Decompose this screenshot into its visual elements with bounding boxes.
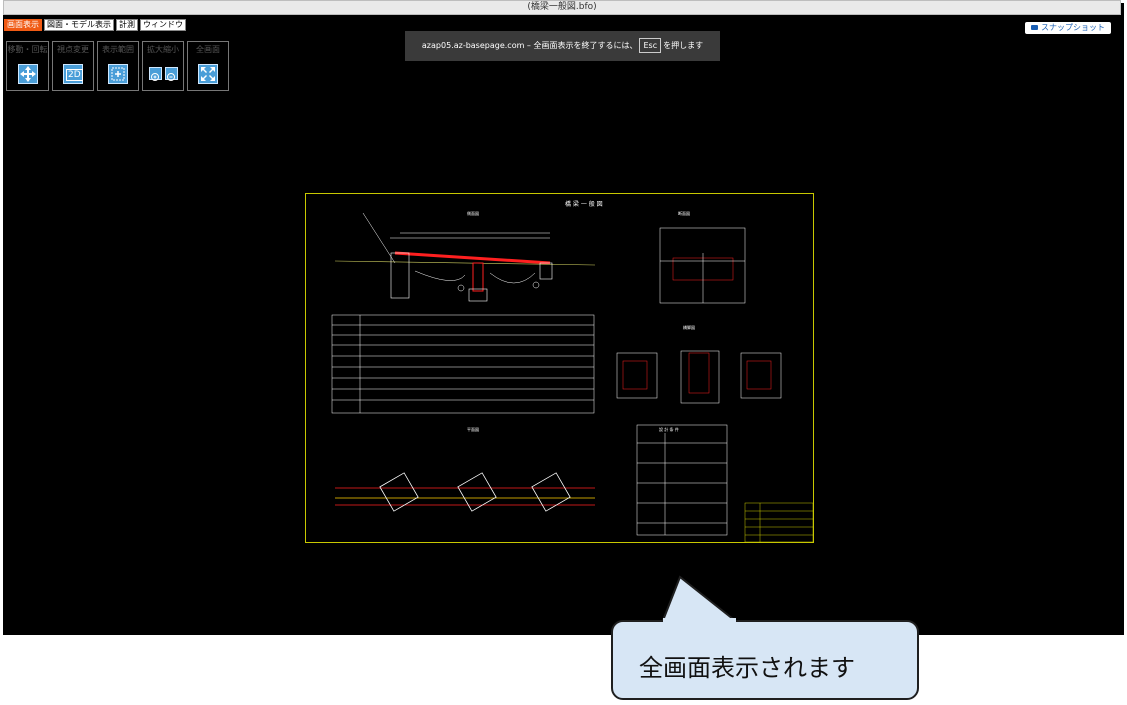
snapshot-label: スナップショット (1041, 23, 1105, 32)
side-elevation (334, 212, 596, 302)
menu-window[interactable]: ウィンドウ (140, 19, 186, 31)
plan-view (335, 472, 595, 512)
section-view-label: 断面図 (678, 210, 690, 216)
callout-bubble: 全画面表示されます (611, 620, 919, 700)
zoom-out-button[interactable] (165, 67, 178, 81)
toolgroup-zoom-label: 拡大縮小 (147, 45, 179, 54)
notice-text-before: azap05.az-basepage.com – 全画面表示を終了するには、 (421, 41, 638, 50)
zoom-in-button[interactable] (149, 67, 162, 81)
toolgroup-range-label: 表示範囲 (102, 45, 134, 54)
toolgroup-fullscreen-label: 全画面 (196, 45, 220, 54)
zoom-in-icon (151, 73, 159, 81)
2d-view-icon: 2D (66, 69, 83, 81)
notice-text-after: を押します (663, 41, 704, 50)
bridge-drawing-sheet: 橋 梁 一 般 図 側面図 断面図 橋脚図 平面図 設 計 条 件 (305, 193, 814, 543)
side-view-label: 側面図 (467, 210, 479, 216)
fullscreen-icon (201, 67, 215, 81)
esc-key-hint: Esc (639, 38, 662, 53)
toolgroup-move-label: 移動・回転 (7, 45, 48, 54)
cross-section (659, 227, 746, 304)
view-2d-button[interactable]: 2D (63, 64, 83, 84)
toolgroup-view: 視点変更 2D (52, 41, 94, 91)
title-block (744, 502, 814, 543)
window-title: (橋梁一般図.bfo) (3, 0, 1121, 15)
move-arrows-icon (20, 66, 36, 82)
menu-bar: 画面表示 図面・モデル表示 計測 ウィンドウ (4, 19, 186, 31)
spec-table-title: 設 計 条 件 (659, 426, 679, 432)
fullscreen-button[interactable] (198, 64, 218, 84)
toolgroup-zoom: 拡大縮小 (142, 41, 184, 91)
toolgroup-move: 移動・回転 (6, 41, 49, 91)
plan-view-label: 平面図 (467, 427, 479, 432)
fullscreen-exit-notice: azap05.az-basepage.com – 全画面表示を終了するには、 Es… (405, 31, 720, 61)
profile-table (331, 314, 595, 414)
menu-display[interactable]: 画面表示 (4, 19, 42, 31)
toolgroup-view-label: 視点変更 (57, 45, 89, 54)
pier-views (616, 350, 782, 404)
fit-range-button[interactable] (108, 64, 128, 84)
toolgroup-fullscreen: 全画面 (187, 41, 229, 91)
drawing-title: 橋 梁 一 般 図 (565, 200, 603, 208)
spec-table (636, 424, 728, 536)
toolgroup-range: 表示範囲 (97, 41, 139, 91)
callout-pointer-join (663, 618, 736, 624)
snapshot-button[interactable]: スナップショット (1025, 22, 1111, 34)
zoom-out-icon (167, 73, 175, 81)
callout-text: 全画面表示されます (639, 654, 855, 682)
menu-measure[interactable]: 計測 (116, 19, 138, 31)
fit-range-icon (111, 67, 125, 81)
pier-view-label: 橋脚図 (683, 324, 695, 330)
camera-icon (1031, 25, 1038, 30)
menu-drawing-model[interactable]: 図面・モデル表示 (44, 19, 114, 31)
move-rotate-button[interactable] (18, 64, 38, 84)
